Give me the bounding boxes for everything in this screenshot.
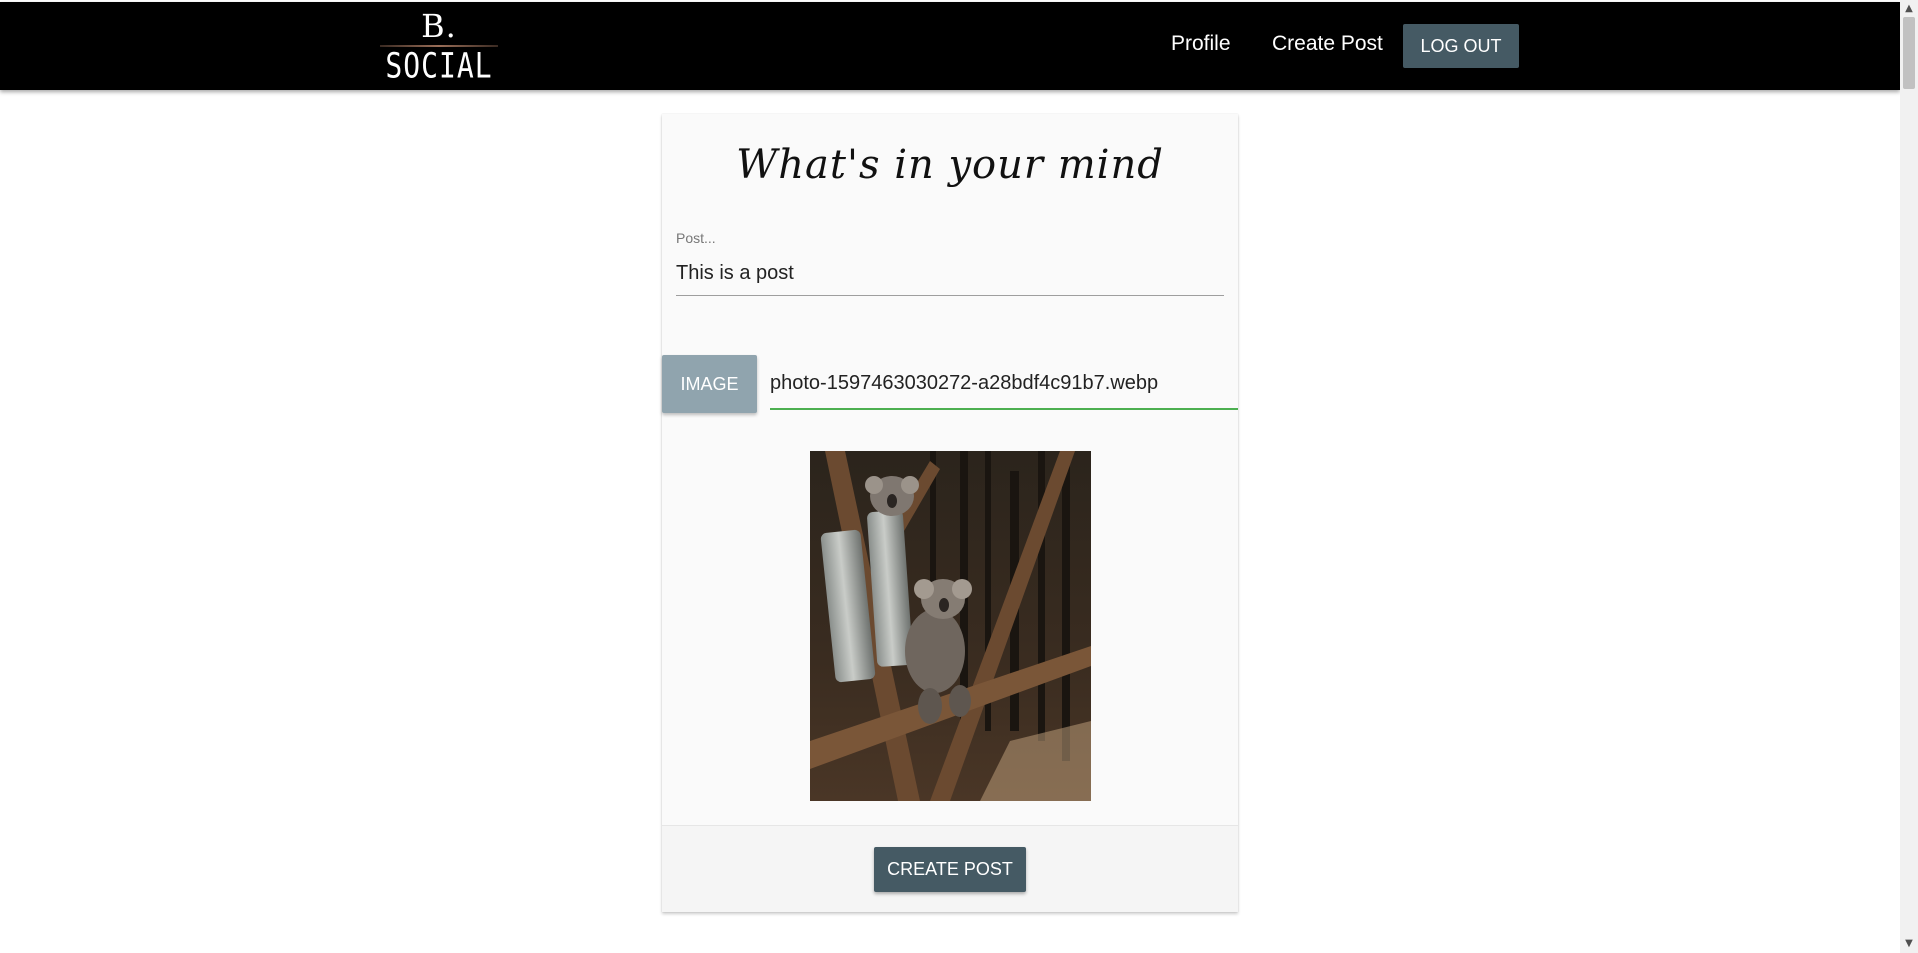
brand-logo[interactable]: B. SOCIAL [380,2,498,90]
nav-create-post-link[interactable]: Create Post [1272,32,1383,56]
post-field-label: Post... [676,230,716,246]
image-preview [810,451,1091,801]
card-footer: CREATE POST [662,825,1238,912]
nav-profile-link[interactable]: Profile [1171,32,1231,56]
scrollbar-thumb[interactable] [1903,17,1915,89]
page: B. SOCIAL Profile Create Post LOG OUT Wh… [0,0,1918,953]
file-path-input[interactable] [770,362,1238,410]
navbar: B. SOCIAL Profile Create Post LOG OUT [0,2,1900,90]
post-text-input[interactable] [676,252,1224,296]
logo-wordmark: SOCIAL [385,44,493,86]
create-post-card: What's in your mind Post... IMAGE [662,114,1238,912]
logo-mark: B. [421,7,457,45]
create-post-button[interactable]: CREATE POST [874,847,1026,892]
image-upload-button[interactable]: IMAGE [662,355,757,413]
koala-photo-image [810,451,1091,801]
card-title: What's in your mind [736,142,1164,188]
page-scrollbar[interactable]: ▲ ▼ [1900,0,1918,953]
scroll-down-arrow-icon[interactable]: ▼ [1904,939,1914,949]
scroll-up-arrow-icon[interactable]: ▲ [1904,4,1914,14]
logout-button[interactable]: LOG OUT [1403,24,1519,68]
